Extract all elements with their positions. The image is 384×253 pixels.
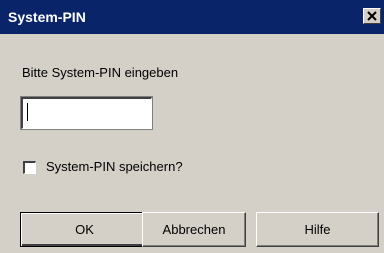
pin-input[interactable]	[20, 96, 153, 130]
pin-prompt-label: Bitte System-PIN eingeben	[22, 65, 179, 80]
ok-button[interactable]: OK	[20, 212, 149, 247]
text-caret	[27, 103, 28, 121]
system-pin-dialog: System-PIN Bitte System-PIN eingeben Sys…	[0, 0, 384, 253]
title-bar[interactable]: System-PIN	[0, 0, 384, 34]
help-button[interactable]: Hilfe	[256, 212, 379, 247]
save-pin-checkbox-label[interactable]: System-PIN speichern?	[46, 159, 183, 175]
window-title: System-PIN	[8, 9, 86, 25]
save-pin-checkbox[interactable]	[23, 161, 36, 174]
cancel-button[interactable]: Abbrechen	[142, 212, 246, 247]
close-button[interactable]	[363, 8, 381, 24]
